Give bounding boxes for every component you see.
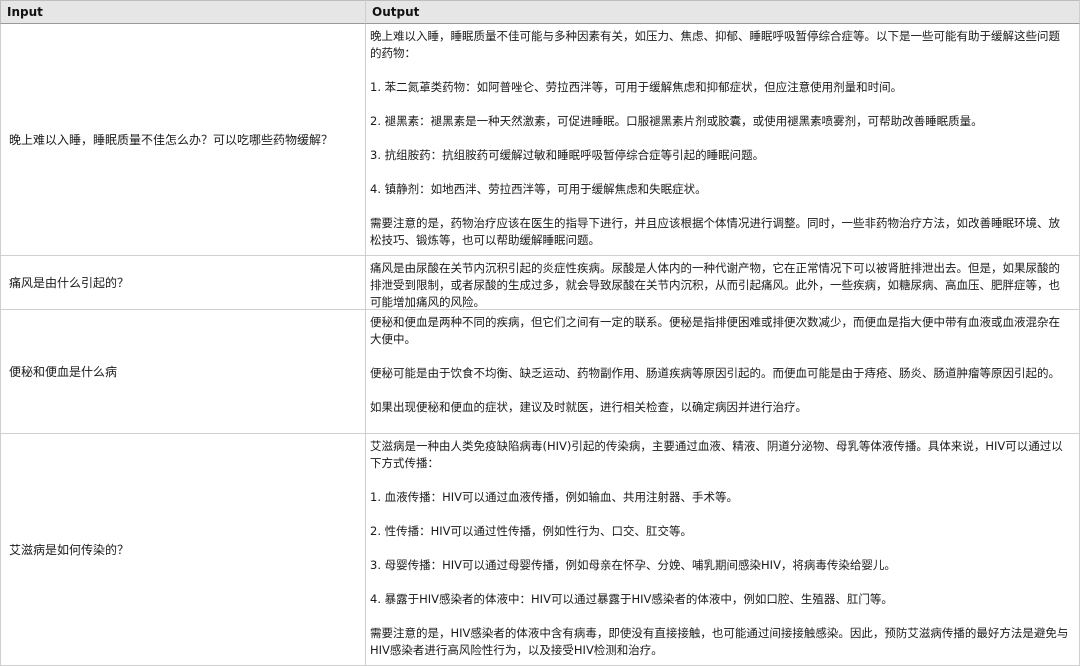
- output-paragraph: 1. 血液传播：HIV可以通过血液传播，例如输血、共用注射器、手术等。: [370, 490, 739, 504]
- input-text: 痛风是由什么引起的？: [9, 276, 130, 290]
- input-text: 便秘和便血是什么病: [9, 365, 118, 379]
- output-paragraph: 需要注意的是，HIV感染者的体液中含有病毒，即使没有直接接触，也可能通过间接接触…: [370, 626, 1069, 657]
- output-cell-row-2[interactable]: 痛风是由尿酸在关节内沉积引起的炎症性疾病。尿酸是人体内的一种代谢产物，它在正常情…: [366, 256, 1080, 310]
- output-paragraph: 2. 褪黑素：褪黑素是一种天然激素，可促进睡眠。口服褪黑素片剂或胶囊，或使用褪黑…: [370, 114, 983, 128]
- spreadsheet-view: Input Output 晚上难以入睡，睡眠质量不佳怎么办？可以吃哪些药物缓解？…: [0, 0, 1080, 666]
- column-header-input[interactable]: Input: [0, 0, 366, 24]
- output-paragraph: 1. 苯二氮䓬类药物：如阿普唑仑、劳拉西泮等，可用于缓解焦虑和抑郁症状，但应注意…: [370, 80, 903, 94]
- output-paragraph: 4. 镇静剂：如地西泮、劳拉西泮等，可用于缓解焦虑和失眠症状。: [370, 182, 707, 196]
- output-paragraph: 3. 抗组胺药：抗组胺药可缓解过敏和睡眠呼吸暂停综合症等引起的睡眠问题。: [370, 148, 765, 162]
- input-text: 晚上难以入睡，睡眠质量不佳怎么办？可以吃哪些药物缓解？: [9, 133, 334, 147]
- output-cell-row-4[interactable]: 艾滋病是一种由人类免疫缺陷病毒(HIV)引起的传染病，主要通过血液、精液、阴道分…: [366, 434, 1080, 666]
- output-paragraph: 3. 母婴传播：HIV可以通过母婴传播，例如母亲在怀孕、分娩、哺乳期间感染HIV…: [370, 558, 896, 572]
- output-paragraph: 艾滋病是一种由人类免疫缺陷病毒(HIV)引起的传染病，主要通过血液、精液、阴道分…: [370, 439, 1063, 470]
- output-paragraph: 晚上难以入睡，睡眠质量不佳可能与多种因素有关，如压力、焦虑、抑郁、睡眠呼吸暂停综…: [370, 29, 1060, 60]
- output-paragraph: 2. 性传播：HIV可以通过性传播，例如性行为、口交、肛交等。: [370, 524, 693, 538]
- output-paragraph: 4. 暴露于HIV感染者的体液中：HIV可以通过暴露于HIV感染者的体液中，例如…: [370, 592, 893, 606]
- input-cell-row-4[interactable]: 艾滋病是如何传染的？: [0, 434, 366, 666]
- output-paragraph: 需要注意的是，药物治疗应该在医生的指导下进行，并且应该根据个体情况进行调整。同时…: [370, 216, 1060, 247]
- output-paragraph: 便秘可能是由于饮食不均衡、缺乏运动、药物副作用、肠道疾病等原因引起的。而便血可能…: [370, 366, 1060, 380]
- input-cell-row-1[interactable]: 晚上难以入睡，睡眠质量不佳怎么办？可以吃哪些药物缓解？: [0, 24, 366, 256]
- output-cell-row-1[interactable]: 晚上难以入睡，睡眠质量不佳可能与多种因素有关，如压力、焦虑、抑郁、睡眠呼吸暂停综…: [366, 24, 1080, 256]
- column-header-output[interactable]: Output: [366, 0, 1080, 24]
- output-paragraph: 痛风是由尿酸在关节内沉积引起的炎症性疾病。尿酸是人体内的一种代谢产物，它在正常情…: [370, 261, 1060, 309]
- output-paragraph: 便秘和便血是两种不同的疾病，但它们之间有一定的联系。便秘是指排便困难或排便次数减…: [370, 315, 1060, 346]
- data-table: Input Output 晚上难以入睡，睡眠质量不佳怎么办？可以吃哪些药物缓解？…: [0, 0, 1080, 666]
- input-cell-row-2[interactable]: 痛风是由什么引起的？: [0, 256, 366, 310]
- input-text: 艾滋病是如何传染的？: [9, 543, 130, 557]
- output-paragraph: 如果出现便秘和便血的症状，建议及时就医，进行相关检查，以确定病因并进行治疗。: [370, 400, 807, 414]
- input-cell-row-3[interactable]: 便秘和便血是什么病: [0, 310, 366, 434]
- output-cell-row-3[interactable]: 便秘和便血是两种不同的疾病，但它们之间有一定的联系。便秘是指排便困难或排便次数减…: [366, 310, 1080, 434]
